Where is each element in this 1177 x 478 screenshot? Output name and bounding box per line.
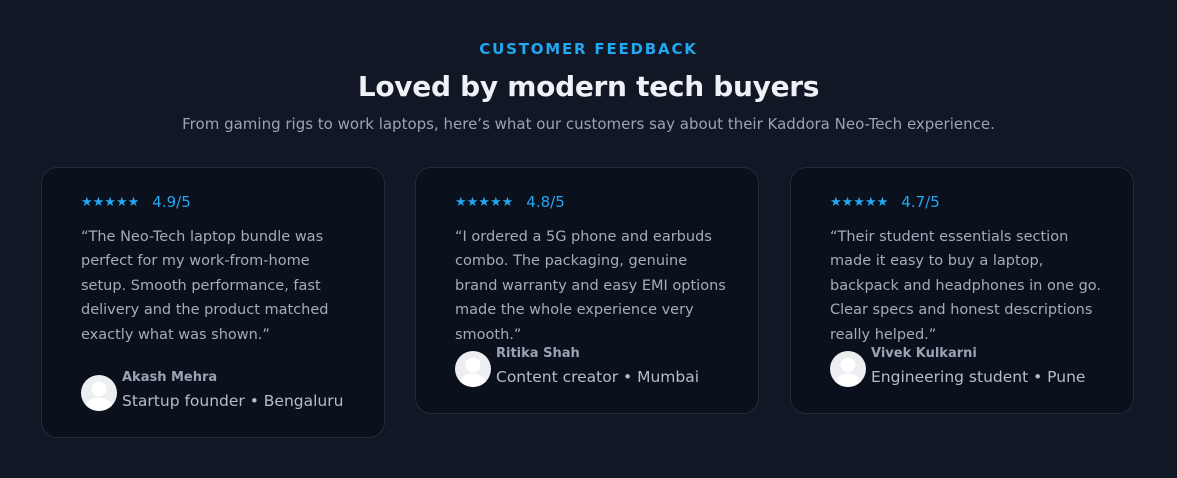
testimonial-card: ★★★★★ 4.8/5 “I ordered a 5G phone and ea… [415, 167, 759, 414]
rating-score: 4.9/5 [152, 193, 191, 211]
testimonial-card: ★★★★★ 4.7/5 “Their student essentials se… [790, 167, 1134, 414]
rating-row: ★★★★★ 4.7/5 [830, 192, 940, 212]
testimonial-quote: “I ordered a 5G phone and earbuds combo.… [455, 229, 726, 343]
user-avatar-icon [830, 351, 866, 387]
author-name: Ritika Shah [496, 346, 580, 361]
testimonial-author: Akash Mehra Startup founder • Bengaluru [81, 370, 344, 413]
section-subtitle: From gaming rigs to work laptops, here’s… [182, 115, 995, 133]
rating-row: ★★★★★ 4.9/5 [81, 192, 191, 212]
star-rating-icon: ★★★★★ [81, 194, 140, 210]
testimonial-author: Vivek Kulkarni Engineering student • Pun… [830, 346, 1086, 389]
customer-feedback-section: CUSTOMER FEEDBACK Loved by modern tech b… [0, 0, 1177, 478]
star-rating-icon: ★★★★★ [455, 194, 514, 210]
author-role: Startup founder • Bengaluru [122, 392, 344, 410]
author-role: Content creator • Mumbai [496, 368, 700, 386]
section-eyebrow: CUSTOMER FEEDBACK [479, 40, 698, 58]
rating-score: 4.7/5 [901, 193, 940, 211]
author-name: Vivek Kulkarni [871, 346, 977, 361]
rating-score: 4.8/5 [526, 193, 565, 211]
testimonial-quote: “Their student essentials section made i… [830, 229, 1102, 343]
author-name: Akash Mehra [122, 370, 218, 385]
user-avatar-icon [455, 351, 491, 387]
star-rating-icon: ★★★★★ [830, 194, 889, 210]
user-avatar-icon [81, 375, 117, 411]
testimonial-quote: “The Neo-Tech laptop bundle was perfect … [81, 229, 329, 343]
rating-row: ★★★★★ 4.8/5 [455, 192, 565, 212]
testimonial-author: Ritika Shah Content creator • Mumbai [455, 346, 700, 389]
testimonial-card: ★★★★★ 4.9/5 “The Neo-Tech laptop bundle … [41, 167, 385, 438]
section-title: Loved by modern tech buyers [357, 70, 820, 103]
author-role: Engineering student • Pune [871, 368, 1086, 386]
